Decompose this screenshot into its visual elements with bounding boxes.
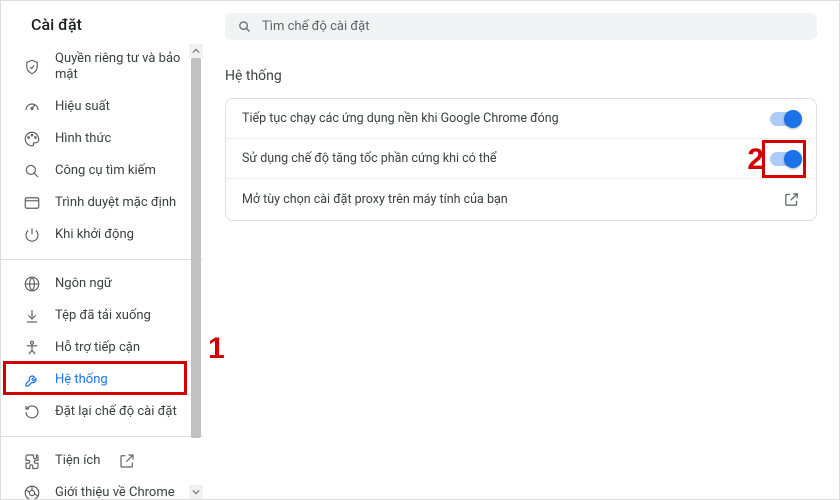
sidebar-item-label: Ngôn ngữ: [55, 276, 112, 291]
speedometer-icon: [23, 98, 41, 116]
reset-icon: [23, 403, 41, 421]
sidebar-item-label: Hỗ trợ tiếp cận: [55, 340, 140, 355]
open-in-new-icon: [118, 452, 136, 470]
row-background-apps: Tiếp tục chạy các ứng dụng nền khi Googl…: [226, 99, 816, 138]
puzzle-icon: [23, 452, 41, 470]
search-icon: [237, 19, 252, 34]
sidebar-item-label: Giới thiệu về Chrome: [55, 485, 175, 499]
section-title: Hệ thống: [225, 68, 817, 84]
row-proxy-settings[interactable]: Mở tùy chọn cài đặt proxy trên máy tính …: [226, 178, 816, 220]
download-icon: [23, 307, 41, 325]
search-icon: [23, 162, 41, 180]
sidebar-item-label: Khi khởi động: [55, 227, 134, 242]
sidebar-item-system[interactable]: Hệ thống: [1, 364, 203, 396]
row-label: Mở tùy chọn cài đặt proxy trên máy tính …: [242, 192, 508, 207]
shield-icon: [23, 58, 41, 76]
wrench-icon: [23, 371, 41, 389]
browser-window-icon: [23, 194, 41, 212]
sidebar-item-label: Hệ thống: [55, 372, 108, 387]
annotation-number-2: 2: [747, 143, 764, 177]
sidebar-item-label: Đặt lại chế độ cài đặt: [55, 404, 177, 419]
chrome-outline-icon: [23, 484, 41, 500]
row-hardware-acceleration: Sử dụng chế độ tăng tốc phần cứng khi có…: [226, 138, 816, 178]
page-title: Cài đặt: [31, 15, 82, 34]
sidebar-item-languages[interactable]: Ngôn ngữ: [1, 268, 203, 300]
sidebar-item-label: Quyền riêng tư và bảo mật: [55, 51, 203, 84]
palette-icon: [23, 130, 41, 148]
sidebar-divider: [1, 436, 203, 437]
sidebar-item-label: Công cụ tìm kiếm: [55, 163, 156, 178]
globe-icon: [23, 275, 41, 293]
toggle-hardware-acceleration[interactable]: [770, 152, 800, 166]
accessibility-icon: [23, 339, 41, 357]
system-settings-card: Tiếp tục chạy các ứng dụng nền khi Googl…: [225, 98, 817, 221]
sidebar-item-label: Trình duyệt mặc định: [55, 195, 176, 210]
settings-main: Tìm chế độ cài đặt Hệ thống Tiếp tục chạ…: [203, 1, 839, 499]
sidebar-item-downloads[interactable]: Tệp đã tải xuống: [1, 300, 203, 332]
scroll-thumb[interactable]: [191, 58, 201, 438]
sidebar-item-accessibility[interactable]: Hỗ trợ tiếp cận: [1, 332, 203, 364]
sidebar-item-default-browser[interactable]: Trình duyệt mặc định: [1, 187, 203, 219]
sidebar-divider: [1, 259, 203, 260]
sidebar-item-label: Hình thức: [55, 131, 111, 146]
search-placeholder: Tìm chế độ cài đặt: [262, 19, 369, 34]
row-label: Tiếp tục chạy các ứng dụng nền khi Googl…: [242, 111, 559, 126]
sidebar-scrollbar[interactable]: [189, 44, 203, 499]
sidebar-item-reset[interactable]: Đặt lại chế độ cài đặt: [1, 396, 203, 428]
sidebar-nav: Quyền riêng tư và bảo mật Hiệu suất Hình…: [1, 44, 203, 499]
sidebar-item-appearance[interactable]: Hình thức: [1, 123, 203, 155]
sidebar-item-extensions[interactable]: Tiện ích: [1, 445, 203, 477]
sidebar-item-search-engine[interactable]: Công cụ tìm kiếm: [1, 155, 203, 187]
toggle-background-apps[interactable]: [770, 112, 800, 126]
power-icon: [23, 226, 41, 244]
sidebar-header: Cài đặt: [1, 1, 203, 44]
sidebar-item-label: Tệp đã tải xuống: [55, 308, 151, 323]
sidebar-item-privacy[interactable]: Quyền riêng tư và bảo mật: [1, 44, 203, 91]
sidebar-item-performance[interactable]: Hiệu suất: [1, 91, 203, 123]
scroll-down-button[interactable]: [189, 485, 203, 499]
settings-sidebar: Cài đặt Quyền riêng tư và bảo mật Hiệu s…: [1, 1, 203, 499]
sidebar-item-about[interactable]: Giới thiệu về Chrome: [1, 477, 203, 500]
sidebar-item-on-startup[interactable]: Khi khởi động: [1, 219, 203, 251]
sidebar-item-label: Tiện ích: [55, 453, 100, 468]
sidebar-item-label: Hiệu suất: [55, 99, 110, 114]
scroll-up-button[interactable]: [189, 44, 203, 58]
row-label: Sử dụng chế độ tăng tốc phần cứng khi có…: [242, 151, 496, 166]
open-in-new-icon: [783, 191, 800, 208]
settings-search-input[interactable]: Tìm chế độ cài đặt: [225, 13, 817, 40]
